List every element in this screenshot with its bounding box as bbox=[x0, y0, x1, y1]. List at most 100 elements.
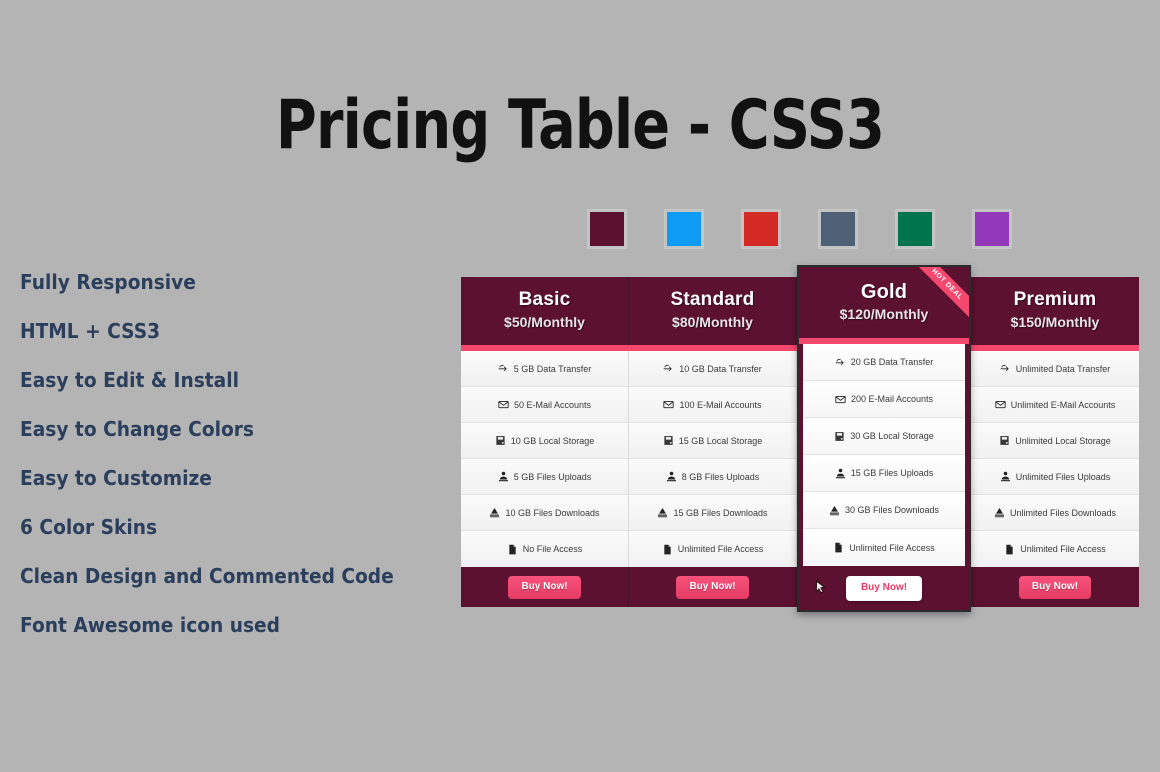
buy-now-button[interactable]: Buy Now! bbox=[676, 575, 749, 599]
plan-feature-label: 15 GB Local Storage bbox=[678, 435, 763, 446]
plan-feature-list: 5 GB Data Transfer 50 E-Mail Accounts 10… bbox=[461, 351, 629, 567]
plan-feature-row: 15 GB Files Downloads bbox=[629, 495, 797, 531]
envelope-icon bbox=[498, 399, 509, 410]
feature-list-item: Easy to Change Colors bbox=[20, 417, 254, 441]
plan-feature-row: 8 GB Files Uploads bbox=[629, 459, 797, 495]
plan-feature-label: 15 GB Files Uploads bbox=[850, 468, 934, 478]
plan-feature-row: 30 GB Local Storage bbox=[803, 418, 965, 455]
plan-feature-label: 30 GB Files Downloads bbox=[844, 505, 940, 515]
pricing-plan-gold[interactable]: HOT DEAL Gold $120/Monthly 20 GB Data Tr… bbox=[797, 265, 971, 612]
hdd-icon bbox=[999, 435, 1010, 446]
plan-feature-label: 10 GB Local Storage bbox=[510, 435, 595, 446]
file-icon bbox=[507, 544, 518, 555]
plan-feature-label: 100 E-Mail Accounts bbox=[679, 399, 762, 410]
envelope-icon bbox=[663, 399, 675, 410]
plan-header: Premium $150/Monthly bbox=[970, 277, 1139, 345]
pricing-plans-row: Basic $50/Monthly 5 GB Data Transfer 50 … bbox=[461, 265, 1139, 612]
plan-feature-label: Unlimited Files Downloads bbox=[1009, 507, 1116, 518]
upload-icon bbox=[1000, 471, 1011, 482]
plan-feature-label: 10 GB Files Downloads bbox=[505, 507, 600, 518]
plan-feature-label: Unlimited Data Transfer bbox=[1015, 363, 1111, 374]
swatch-red-skin[interactable] bbox=[742, 210, 780, 248]
plan-feature-label: 50 E-Mail Accounts bbox=[513, 399, 592, 410]
hdd-icon bbox=[663, 435, 674, 446]
pricing-plan-standard[interactable]: Standard $80/Monthly 10 GB Data Transfer… bbox=[629, 277, 797, 607]
upload-icon bbox=[835, 468, 846, 479]
plan-feature-row: 5 GB Data Transfer bbox=[461, 351, 629, 387]
plan-feature-row: 200 E-Mail Accounts bbox=[803, 381, 965, 418]
plan-footer: Buy Now! bbox=[970, 567, 1139, 607]
plan-feature-row: 15 GB Local Storage bbox=[629, 423, 797, 459]
plan-name: Premium bbox=[1013, 289, 1097, 310]
swatch-green-skin[interactable] bbox=[896, 210, 934, 248]
exchange-icon bbox=[1000, 363, 1011, 374]
plan-feature-row: Unlimited E-Mail Accounts bbox=[970, 387, 1139, 423]
envelope-icon bbox=[835, 394, 846, 405]
plan-feature-row: Unlimited Files Downloads bbox=[970, 495, 1139, 531]
plan-price: $150/Monthly bbox=[1010, 314, 1100, 330]
plan-header: HOT DEAL Gold $120/Monthly bbox=[799, 267, 969, 338]
feature-list-item: HTML + CSS3 bbox=[20, 319, 161, 343]
download-icon bbox=[829, 505, 840, 516]
plan-feature-label: Unlimited Files Uploads bbox=[1015, 471, 1111, 482]
pricing-plan-premium[interactable]: Premium $150/Monthly Unlimited Data Tran… bbox=[970, 277, 1139, 607]
plan-feature-label: Unlimited E-Mail Accounts bbox=[1010, 399, 1116, 410]
plan-footer: Buy Now! bbox=[461, 567, 629, 607]
file-icon bbox=[662, 544, 673, 555]
plan-header: Standard $80/Monthly bbox=[629, 277, 797, 345]
plan-header: Basic $50/Monthly bbox=[461, 277, 629, 345]
file-icon bbox=[1004, 544, 1015, 555]
plan-price: $50/Monthly bbox=[504, 314, 585, 330]
plan-feature-list: 10 GB Data Transfer 100 E-Mail Accounts … bbox=[629, 351, 797, 567]
buy-now-button[interactable]: Buy Now! bbox=[845, 575, 923, 601]
pricing-table: Basic $50/Monthly 5 GB Data Transfer 50 … bbox=[461, 265, 1139, 612]
plan-feature-row: Unlimited File Access bbox=[629, 531, 797, 567]
plan-feature-row: 15 GB Files Uploads bbox=[803, 455, 965, 492]
feature-list-item: Fully Responsive bbox=[20, 270, 196, 294]
pointer-cursor-icon bbox=[811, 580, 828, 597]
buy-now-button[interactable]: Buy Now! bbox=[1018, 575, 1092, 599]
feature-list-item: Easy to Edit & Install bbox=[20, 368, 239, 392]
file-icon bbox=[833, 542, 844, 553]
envelope-icon bbox=[995, 399, 1006, 410]
feature-list-item: Font Awesome icon used bbox=[20, 613, 280, 637]
plan-feature-label: 20 GB Data Transfer bbox=[850, 357, 934, 367]
plan-name: Standard bbox=[670, 289, 755, 310]
plan-feature-row: 30 GB Files Downloads bbox=[803, 492, 965, 529]
swatch-maroon-skin[interactable] bbox=[588, 210, 626, 248]
buy-now-button[interactable]: Buy Now! bbox=[508, 575, 581, 599]
plan-feature-list: Unlimited Data Transfer Unlimited E-Mail… bbox=[970, 351, 1139, 567]
exchange-icon bbox=[663, 363, 674, 374]
swatch-slate-skin[interactable] bbox=[819, 210, 857, 248]
feature-list-item: 6 Color Skins bbox=[20, 515, 158, 539]
pricing-plan-basic[interactable]: Basic $50/Monthly 5 GB Data Transfer 50 … bbox=[461, 277, 629, 607]
plan-feature-row: Unlimited File Access bbox=[803, 529, 965, 566]
download-icon bbox=[994, 507, 1005, 518]
plan-feature-row: 20 GB Data Transfer bbox=[803, 344, 965, 381]
plan-feature-row: Unlimited Data Transfer bbox=[970, 351, 1139, 387]
plan-feature-row: Unlimited Local Storage bbox=[970, 423, 1139, 459]
plan-name: Basic bbox=[518, 289, 571, 310]
plan-feature-row: 50 E-Mail Accounts bbox=[461, 387, 629, 423]
plan-feature-row: Unlimited File Access bbox=[970, 531, 1139, 567]
plan-feature-label: Unlimited File Access bbox=[1020, 544, 1106, 554]
upload-icon bbox=[498, 471, 509, 482]
plan-feature-label: 8 GB Files Uploads bbox=[681, 471, 760, 482]
swatch-blue-skin[interactable] bbox=[665, 210, 703, 248]
upload-icon bbox=[666, 471, 677, 482]
feature-list: Fully Responsive HTML + CSS3 Easy to Edi… bbox=[20, 258, 450, 650]
plan-footer: Buy Now! bbox=[799, 566, 969, 610]
exchange-icon bbox=[498, 363, 509, 374]
hdd-icon bbox=[495, 435, 506, 446]
plan-feature-list: 20 GB Data Transfer 200 E-Mail Accounts … bbox=[803, 344, 965, 566]
plan-feature-row: 10 GB Files Downloads bbox=[461, 495, 629, 531]
download-icon bbox=[489, 507, 500, 518]
feature-list-item: Clean Design and Commented Code bbox=[20, 564, 394, 588]
plan-feature-label: Unlimited File Access bbox=[677, 544, 764, 554]
swatch-purple-skin[interactable] bbox=[973, 210, 1011, 248]
plan-feature-row: 5 GB Files Uploads bbox=[461, 459, 629, 495]
download-icon bbox=[657, 507, 668, 518]
plan-feature-label: 30 GB Local Storage bbox=[850, 431, 934, 441]
plan-feature-label: Unlimited File Access bbox=[849, 542, 935, 553]
hdd-icon bbox=[834, 431, 845, 442]
